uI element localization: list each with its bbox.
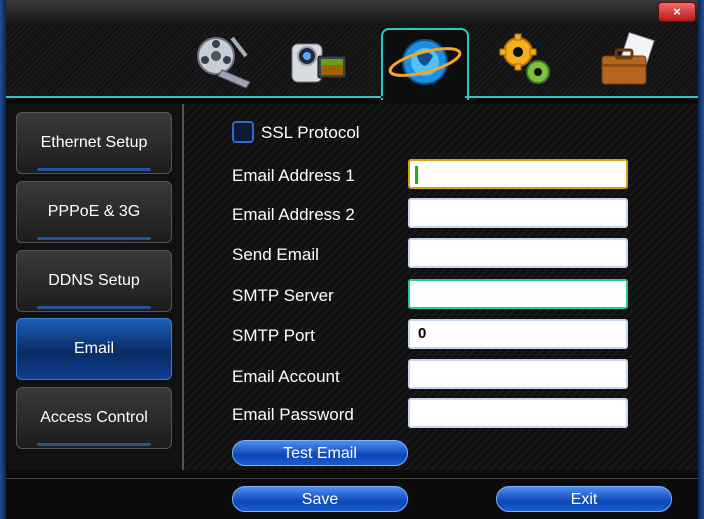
email-address-2-field[interactable] — [408, 198, 628, 228]
smtp-server-label: SMTP Server — [232, 286, 334, 305]
smtp-server-field[interactable] — [408, 279, 628, 309]
category-toolbar — [6, 22, 698, 100]
sidebar-item-label: Ethernet Setup — [40, 134, 148, 151]
ssl-protocol-label: SSL Protocol — [261, 123, 360, 142]
sidebar-item-label: PPPoE & 3G — [47, 203, 141, 220]
email-account-label: Email Account — [232, 367, 340, 386]
network-settings-window: × Ethernet Setup PPPoE & 3G DDNS Setup E… — [0, 0, 704, 519]
network-globe-icon — [388, 39, 462, 85]
title-bar: × — [0, 0, 704, 23]
text-caret — [415, 166, 418, 184]
sidebar-item-label: Access Control — [40, 409, 148, 426]
email-password-label: Email Password — [232, 405, 354, 424]
close-button[interactable]: × — [658, 2, 696, 22]
video-reel-icon[interactable] — [192, 30, 256, 90]
email-account-field[interactable] — [408, 359, 628, 389]
smtp-port-field[interactable]: 0 — [408, 319, 628, 349]
sidebar-item-label: Email — [73, 340, 114, 357]
network-tab[interactable] — [381, 28, 469, 100]
email-address-2-label: Email Address 2 — [232, 205, 355, 224]
window-frame-right — [698, 0, 704, 519]
settings-sidebar: Ethernet Setup PPPoE & 3G DDNS Setup Ema… — [6, 104, 184, 470]
sidebar-item-ethernet-setup[interactable]: Ethernet Setup — [16, 112, 172, 174]
sidebar-item-pppoe-3g[interactable]: PPPoE & 3G — [16, 181, 172, 243]
sidebar-item-access-control[interactable]: Access Control — [16, 387, 172, 449]
ssl-protocol-checkbox[interactable] — [232, 121, 254, 143]
settings-gears-icon[interactable] — [494, 30, 558, 90]
email-address-1-label: Email Address 1 — [232, 166, 355, 185]
sidebar-item-label: DDNS Setup — [48, 272, 140, 289]
briefcase-icon[interactable] — [594, 30, 658, 90]
save-button[interactable]: Save — [232, 486, 408, 512]
test-email-button[interactable]: Test Email — [232, 440, 408, 466]
camcorder-icon[interactable] — [286, 30, 350, 90]
send-email-field[interactable] — [408, 238, 628, 268]
smtp-port-label: SMTP Port — [232, 326, 315, 345]
exit-button[interactable]: Exit — [496, 486, 672, 512]
email-password-field[interactable] — [408, 398, 628, 428]
sidebar-item-email[interactable]: Email — [16, 318, 172, 380]
email-address-1-field[interactable] — [408, 159, 628, 189]
tab-underline — [6, 96, 698, 98]
send-email-label: Send Email — [232, 245, 319, 264]
sidebar-item-ddns-setup[interactable]: DDNS Setup — [16, 250, 172, 312]
